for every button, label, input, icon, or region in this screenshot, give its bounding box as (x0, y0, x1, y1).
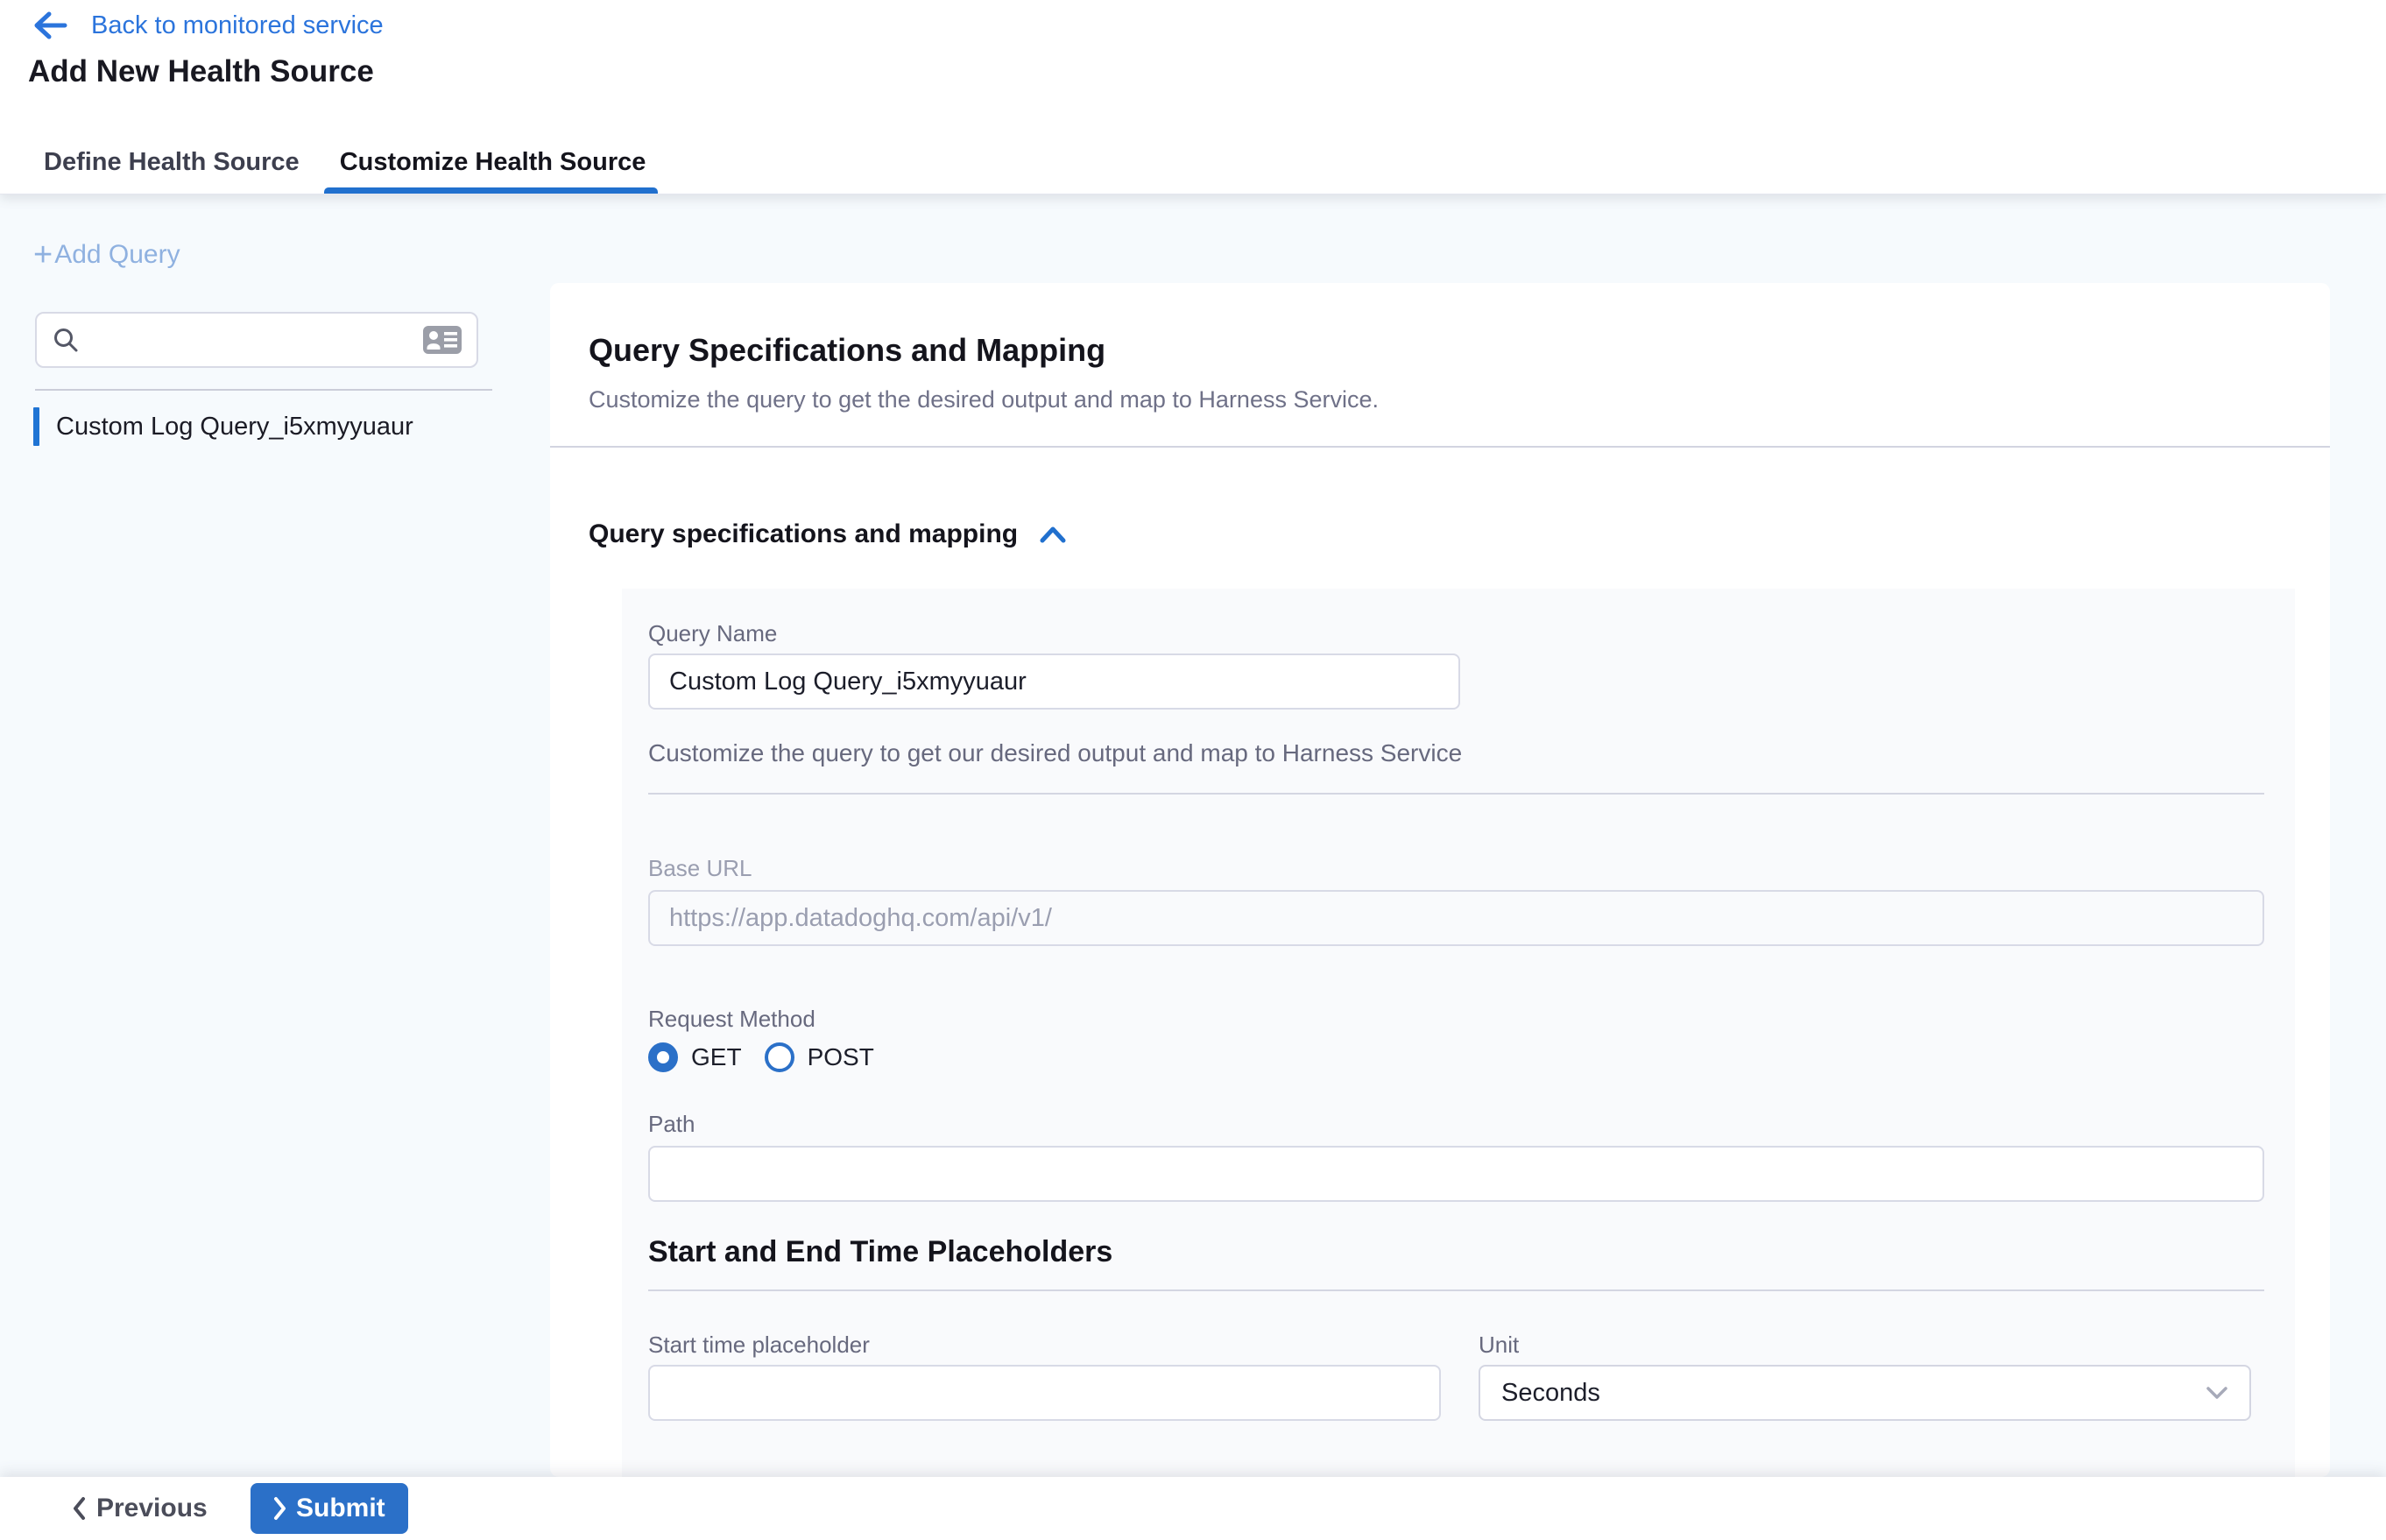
page-title: Add New Health Source (28, 54, 374, 89)
radio-checked-icon[interactable] (648, 1042, 678, 1072)
base-url-label: Base URL (648, 855, 752, 882)
selected-item-bar (33, 407, 39, 446)
card-divider (550, 446, 2330, 448)
tab-label: Customize Health Source (340, 148, 646, 177)
radio-unchecked-icon[interactable] (765, 1042, 794, 1072)
placeholders-heading: Start and End Time Placeholders (648, 1235, 1112, 1269)
form-divider (648, 793, 2264, 795)
base-url-input (648, 890, 2264, 946)
back-to-monitored-service-link[interactable]: Back to monitored service (32, 11, 384, 40)
query-name-input[interactable] (648, 653, 1460, 710)
active-tab-underline (324, 187, 659, 194)
radio-option-post[interactable]: POST (765, 1042, 874, 1072)
search-input[interactable] (89, 325, 412, 355)
page-header: Back to monitored service Add New Health… (0, 0, 2386, 194)
tab-bar: Define Health Source Customize Health So… (44, 131, 646, 194)
query-name-helper: Customize the query to get our desired o… (648, 739, 1462, 767)
tab-label: Define Health Source (44, 148, 300, 177)
add-query-label: Add Query (54, 240, 180, 270)
query-spec-card: Query Specifications and Mapping Customi… (550, 283, 2330, 1477)
chevron-left-icon (72, 1496, 86, 1521)
query-form-panel: Query Name Customize the query to get ou… (622, 589, 2295, 1477)
path-label: Path (648, 1111, 695, 1138)
section-header[interactable]: Query specifications and mapping (589, 519, 1067, 549)
query-search-box[interactable] (35, 312, 478, 368)
sidebar-divider (35, 389, 492, 391)
chevron-down-icon (2206, 1386, 2228, 1400)
radio-label-get: GET (691, 1043, 742, 1071)
query-item-label: Custom Log Query_i5xmyyuaur (56, 413, 413, 442)
start-time-label: Start time placeholder (648, 1332, 870, 1359)
radio-option-get[interactable]: GET (648, 1042, 742, 1072)
search-icon (53, 327, 79, 353)
back-link-label: Back to monitored service (91, 11, 384, 40)
back-arrow-icon (32, 11, 68, 40)
footer-bar: Previous Submit (0, 1477, 2386, 1540)
previous-button[interactable]: Previous (72, 1477, 208, 1540)
unit-label: Unit (1479, 1332, 1519, 1359)
unit-select-value: Seconds (1501, 1379, 1600, 1408)
add-query-button[interactable]: + Add Query (33, 238, 180, 272)
query-name-label: Query Name (648, 620, 777, 647)
card-subtitle: Customize the query to get the desired o… (589, 386, 1379, 413)
form-divider-2 (648, 1289, 2264, 1291)
tab-customize-health-source[interactable]: Customize Health Source (340, 131, 646, 194)
card-view-icon[interactable] (422, 324, 462, 356)
unit-select[interactable]: Seconds (1479, 1365, 2251, 1421)
chevron-right-icon (273, 1496, 287, 1521)
submit-button[interactable]: Submit (251, 1483, 408, 1534)
request-method-radio-group: GET POST (648, 1042, 874, 1072)
card-heading: Query Specifications and Mapping (589, 332, 1105, 369)
previous-label: Previous (96, 1494, 208, 1523)
section-title: Query specifications and mapping (589, 519, 1018, 549)
screen: Back to monitored service Add New Health… (0, 0, 2386, 1540)
request-method-label: Request Method (648, 1006, 815, 1033)
start-time-input[interactable] (648, 1365, 1441, 1421)
chevron-up-icon[interactable] (1039, 525, 1067, 544)
submit-label: Submit (296, 1494, 385, 1523)
query-list-item[interactable]: Custom Log Query_i5xmyyuaur (33, 405, 492, 449)
tab-define-health-source[interactable]: Define Health Source (44, 131, 300, 194)
radio-label-post: POST (808, 1043, 874, 1071)
path-input[interactable] (648, 1146, 2264, 1202)
plus-icon: + (33, 238, 53, 272)
